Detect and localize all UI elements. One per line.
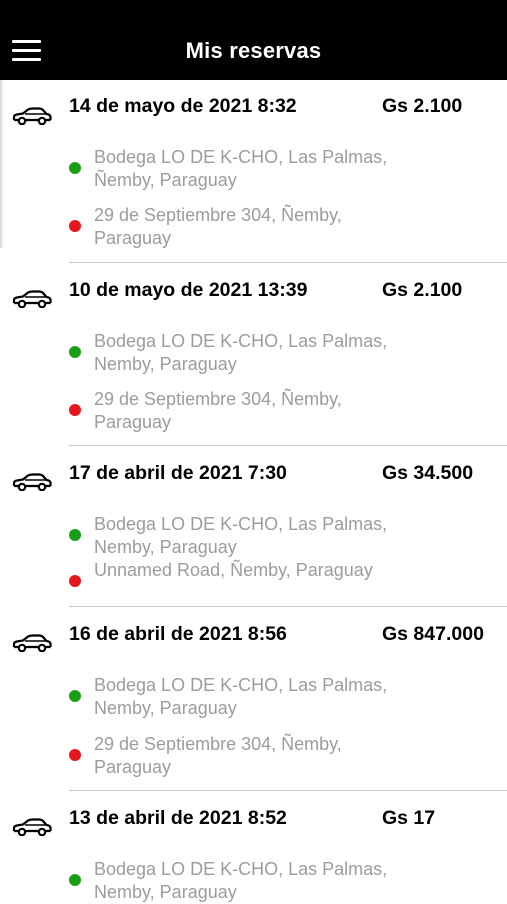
car-icon xyxy=(12,634,52,652)
origin-dot-icon xyxy=(69,874,81,886)
car-icon xyxy=(12,290,52,308)
reservation-date: 13 de abril de 2021 8:52 xyxy=(69,807,287,829)
reservation-price: Gs 2.100 xyxy=(382,95,463,117)
destination-address: Unnamed Road, Ñemby, Paraguay xyxy=(94,560,373,580)
origin-dot-icon xyxy=(69,690,81,702)
destination-address: 29 de Septiembre 304, Ñemby, Paraguay xyxy=(94,389,342,432)
origin-address: Bodega LO DE K-CHO, Las Palmas, Ñemby, P… xyxy=(94,147,388,190)
reservation-item[interactable]: 16 de abril de 2021 8:56 Gs 847.000 Bode… xyxy=(0,607,507,791)
reservation-list: 14 de mayo de 2021 8:32 Gs 2.100 Bodega … xyxy=(0,80,507,902)
reservation-item[interactable]: 17 de abril de 2021 7:30 Gs 34.500 Bodeg… xyxy=(0,446,507,607)
destination-dot-icon xyxy=(69,575,81,587)
origin-dot-icon xyxy=(69,162,81,174)
reservation-date: 14 de mayo de 2021 8:32 xyxy=(69,95,297,117)
reservation-item[interactable]: 13 de abril de 2021 8:52 Gs 17 Bodega LO… xyxy=(0,791,507,902)
origin-dot-icon xyxy=(69,529,81,541)
car-icon xyxy=(12,473,52,491)
reservation-price: Gs 847.000 xyxy=(382,623,484,645)
car-icon xyxy=(12,818,52,836)
destination-address: 29 de Septiembre 304, Ñemby, Paraguay xyxy=(94,205,342,248)
app-bar: Mis reservas xyxy=(0,0,507,80)
reservation-item[interactable]: 10 de mayo de 2021 13:39 Gs 2.100 Bodega… xyxy=(0,263,507,446)
reservation-price: Gs 17 xyxy=(382,807,436,829)
origin-address: Bodega LO DE K-CHO, Las Palmas, Nemby, P… xyxy=(94,859,388,902)
destination-address: 29 de Septiembre 304, Ñemby, Paraguay xyxy=(94,734,342,777)
reservation-date: 17 de abril de 2021 7:30 xyxy=(69,462,287,484)
reservation-date: 10 de mayo de 2021 13:39 xyxy=(69,279,308,301)
page-title: Mis reservas xyxy=(185,38,322,63)
car-icon xyxy=(12,107,52,125)
destination-dot-icon xyxy=(69,220,81,232)
origin-address: Bodega LO DE K-CHO, Las Palmas, Nemby, P… xyxy=(94,331,388,374)
origin-dot-icon xyxy=(69,346,81,358)
destination-dot-icon xyxy=(69,749,81,761)
reservation-date: 16 de abril de 2021 8:56 xyxy=(69,623,287,645)
reservation-item[interactable]: 14 de mayo de 2021 8:32 Gs 2.100 Bodega … xyxy=(0,80,507,263)
reservation-price: Gs 2.100 xyxy=(382,279,463,301)
origin-address: Bodega LO DE K-CHO, Las Palmas, Nemby, P… xyxy=(94,514,388,557)
destination-dot-icon xyxy=(69,404,81,416)
origin-address: Bodega LO DE K-CHO, Las Palmas, Nemby, P… xyxy=(94,675,388,718)
reservation-price: Gs 34.500 xyxy=(382,462,474,484)
